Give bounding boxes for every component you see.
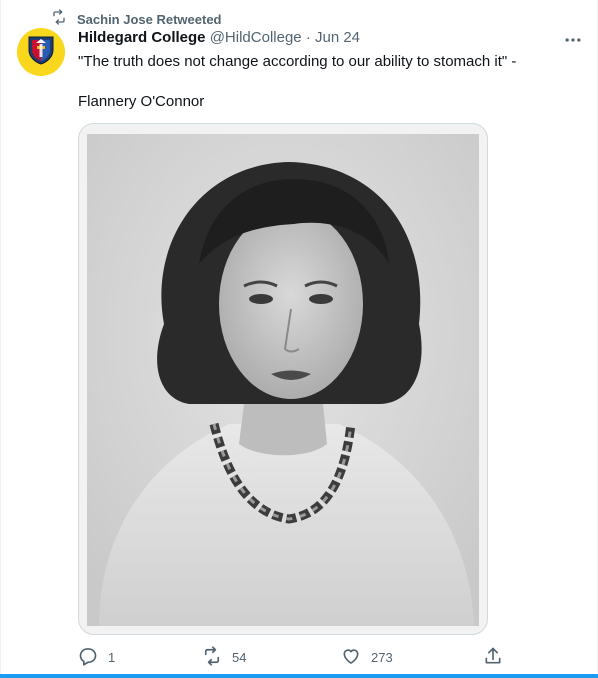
- tweet-attribution: Flannery O'Connor: [78, 93, 205, 110]
- reply-count: 1: [108, 650, 116, 665]
- author-name[interactable]: Hildegard College: [78, 29, 206, 46]
- tweet-header: Hildegard College @HildCollege · Jun 24: [78, 29, 360, 46]
- tweet-card[interactable]: Sachin Jose Retweeted Hildegard College …: [0, 0, 598, 674]
- retweet-button[interactable]: 54: [202, 646, 246, 669]
- retweet-label[interactable]: Sachin Jose Retweeted: [77, 12, 222, 27]
- retweet-action-icon: [202, 646, 222, 669]
- tweet-photo[interactable]: [78, 123, 488, 635]
- separator: ·: [305, 29, 311, 46]
- tweet-date[interactable]: Jun 24: [315, 29, 360, 46]
- share-icon: [483, 646, 503, 669]
- heart-icon: [341, 646, 361, 669]
- black-and-white-portrait-photo: [79, 124, 487, 634]
- share-button[interactable]: [483, 646, 503, 669]
- bottom-accent-bar: [0, 674, 598, 678]
- retweet-count: 54: [232, 650, 247, 665]
- college-crest-logo: [27, 35, 55, 70]
- author-handle[interactable]: @HildCollege: [210, 29, 302, 46]
- reply-button[interactable]: 1: [78, 646, 115, 669]
- retweet-context: Sachin Jose Retweeted: [51, 9, 222, 30]
- retweet-icon: [51, 9, 67, 30]
- avatar[interactable]: [17, 28, 65, 76]
- tweet-actions: 1 54 273: [78, 646, 518, 670]
- reply-icon: [78, 646, 98, 669]
- tweet-quote: "The truth does not change according to …: [78, 53, 517, 70]
- like-count: 273: [371, 650, 393, 665]
- tweet-text: "The truth does not change according to …: [78, 52, 578, 112]
- like-button[interactable]: 273: [341, 646, 393, 669]
